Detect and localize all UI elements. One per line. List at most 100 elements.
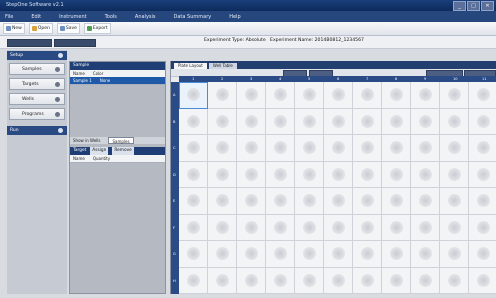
well-G7[interactable] xyxy=(353,241,382,268)
well-F10[interactable] xyxy=(440,214,469,241)
well-H2[interactable] xyxy=(208,267,237,294)
well-G8[interactable] xyxy=(382,241,411,268)
menu-help[interactable]: Help xyxy=(224,14,253,20)
well-E6[interactable] xyxy=(324,188,353,215)
column-header-3[interactable]: 3 xyxy=(250,77,252,81)
well-E7[interactable] xyxy=(353,188,382,215)
row-header-H[interactable]: H xyxy=(173,279,176,283)
menu-data-summary[interactable]: Data Summary xyxy=(169,14,225,20)
nav-item-samples[interactable]: Samples xyxy=(9,63,65,75)
well-D8[interactable] xyxy=(382,161,411,188)
well-D2[interactable] xyxy=(208,161,237,188)
well-B9[interactable] xyxy=(411,108,440,135)
nav-item-targets[interactable]: Targets xyxy=(9,78,65,90)
nav-item-programs[interactable]: Programs xyxy=(9,108,65,120)
column-header-9[interactable]: 9 xyxy=(424,77,426,81)
well-G6[interactable] xyxy=(324,241,353,268)
well-H6[interactable] xyxy=(324,267,353,294)
column-header-6[interactable]: 6 xyxy=(337,77,339,81)
well-F8[interactable] xyxy=(382,214,411,241)
well-B8[interactable] xyxy=(382,108,411,135)
well-G3[interactable] xyxy=(237,241,266,268)
well-F3[interactable] xyxy=(237,214,266,241)
well-H4[interactable] xyxy=(266,267,295,294)
well-A3[interactable] xyxy=(237,82,266,109)
well-C10[interactable] xyxy=(440,135,469,162)
well-D5[interactable] xyxy=(295,161,324,188)
well-D6[interactable] xyxy=(324,161,353,188)
well-G11[interactable] xyxy=(469,241,496,268)
well-E1[interactable] xyxy=(179,188,208,215)
well-C9[interactable] xyxy=(411,135,440,162)
well-A7[interactable] xyxy=(353,82,382,109)
well-H7[interactable] xyxy=(353,267,382,294)
well-F9[interactable] xyxy=(411,214,440,241)
minimize-button[interactable]: _ xyxy=(453,1,466,11)
well-F4[interactable] xyxy=(266,214,295,241)
row-header-C[interactable]: C xyxy=(173,146,176,150)
well-B3[interactable] xyxy=(237,108,266,135)
well-D4[interactable] xyxy=(266,161,295,188)
row-header-B[interactable]: B xyxy=(173,120,175,124)
well-E2[interactable] xyxy=(208,188,237,215)
well-F6[interactable] xyxy=(324,214,353,241)
show-in-wells-select[interactable]: Samples xyxy=(108,137,134,144)
new-button[interactable]: New xyxy=(3,23,25,34)
column-header-10[interactable]: 10 xyxy=(453,77,458,81)
column-header-11[interactable]: 11 xyxy=(482,77,487,81)
setup-header[interactable]: Setup xyxy=(7,51,67,60)
well-A4[interactable] xyxy=(266,82,295,109)
well-H1[interactable] xyxy=(179,267,208,294)
export-button[interactable]: Export xyxy=(83,23,111,34)
well-G1[interactable] xyxy=(179,241,208,268)
well-F7[interactable] xyxy=(353,214,382,241)
well-A6[interactable] xyxy=(324,82,353,109)
well-H9[interactable] xyxy=(411,267,440,294)
row-header-D[interactable]: D xyxy=(173,173,176,177)
well-E4[interactable] xyxy=(266,188,295,215)
well-C3[interactable] xyxy=(237,135,266,162)
close-button[interactable]: ✕ xyxy=(481,1,494,11)
menu-instrument[interactable]: Instrument xyxy=(54,14,100,20)
well-B11[interactable] xyxy=(469,108,496,135)
well-A8[interactable] xyxy=(382,82,411,109)
well-E9[interactable] xyxy=(411,188,440,215)
well-C1[interactable] xyxy=(179,135,208,162)
well-B2[interactable] xyxy=(208,108,237,135)
well-D3[interactable] xyxy=(237,161,266,188)
well-E8[interactable] xyxy=(382,188,411,215)
well-C6[interactable] xyxy=(324,135,353,162)
well-B1[interactable] xyxy=(179,108,208,135)
well-H8[interactable] xyxy=(382,267,411,294)
well-H5[interactable] xyxy=(295,267,324,294)
well-F1[interactable] xyxy=(179,214,208,241)
well-A10[interactable] xyxy=(440,82,469,109)
column-header-1[interactable]: 1 xyxy=(192,77,194,81)
well-G5[interactable] xyxy=(295,241,324,268)
menu-tools[interactable]: Tools xyxy=(100,14,130,20)
well-D1[interactable] xyxy=(179,161,208,188)
well-A9[interactable] xyxy=(411,82,440,109)
menu-analysis[interactable]: Analysis xyxy=(130,14,169,20)
well-D11[interactable] xyxy=(469,161,496,188)
menu-file[interactable]: File xyxy=(0,14,26,20)
column-header-2[interactable]: 2 xyxy=(221,77,223,81)
experiment-selector[interactable] xyxy=(7,39,52,47)
well-B6[interactable] xyxy=(324,108,353,135)
row-header-E[interactable]: E xyxy=(173,199,175,203)
well-C8[interactable] xyxy=(382,135,411,162)
well-C7[interactable] xyxy=(353,135,382,162)
column-header-8[interactable]: 8 xyxy=(395,77,397,81)
well-G10[interactable] xyxy=(440,241,469,268)
well-H3[interactable] xyxy=(237,267,266,294)
table-row[interactable]: Sample 1 None xyxy=(70,77,165,84)
column-header-5[interactable]: 5 xyxy=(308,77,310,81)
well-C5[interactable] xyxy=(295,135,324,162)
well-A5[interactable] xyxy=(295,82,324,109)
well-E5[interactable] xyxy=(295,188,324,215)
view-selector[interactable] xyxy=(54,39,96,47)
well-B4[interactable] xyxy=(266,108,295,135)
well-B10[interactable] xyxy=(440,108,469,135)
well-G2[interactable] xyxy=(208,241,237,268)
open-button[interactable]: Open xyxy=(28,23,53,34)
